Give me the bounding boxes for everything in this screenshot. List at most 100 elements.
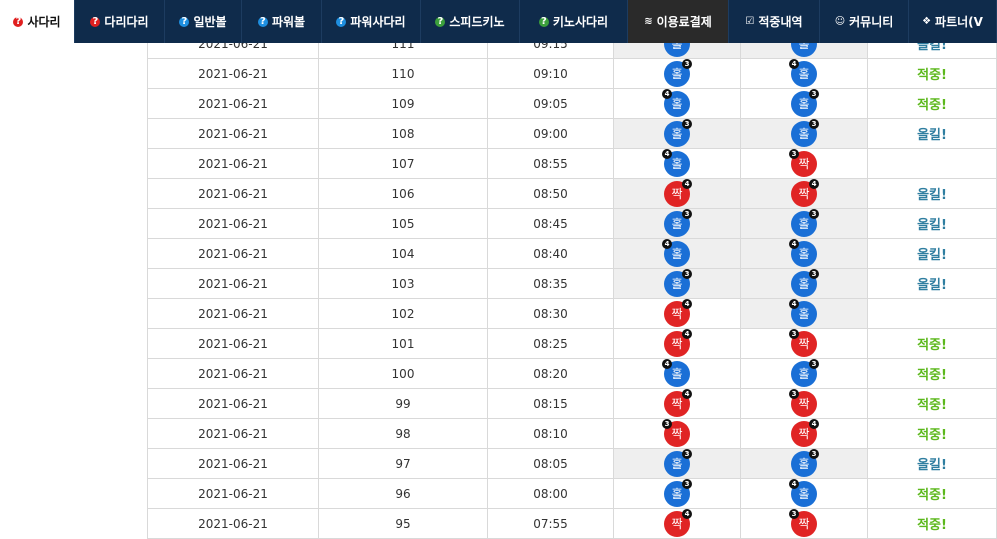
pick-two-ball: 홀4 bbox=[789, 238, 817, 267]
pick-two-cell: 홀4 bbox=[740, 478, 867, 508]
time-cell: 08:50 bbox=[487, 179, 613, 208]
line-count-badge: 3 bbox=[662, 418, 672, 429]
tab-label: 사다리 bbox=[27, 15, 61, 29]
line-count-badge: 3 bbox=[809, 268, 819, 279]
tab-3[interactable]: ? 파워볼 bbox=[242, 0, 322, 43]
pick-two-ball: 홀4 bbox=[789, 478, 817, 507]
time-cell: 08:30 bbox=[487, 299, 613, 328]
pick-one-cell: 홀3 bbox=[613, 478, 740, 508]
tab-4[interactable]: ? 파워사다리 bbox=[322, 0, 421, 43]
line-count-badge: 3 bbox=[789, 328, 799, 339]
line-count-badge: 3 bbox=[789, 508, 799, 519]
time-cell: 08:40 bbox=[487, 239, 613, 268]
tab-1[interactable]: ? 다리다리 bbox=[75, 0, 165, 43]
table-row: 2021-06-21 102 08:30 짝 4 홀 4 bbox=[147, 298, 997, 329]
pick-two-cell: 홀4 bbox=[740, 58, 867, 88]
pick-two-cell: 홀3 bbox=[740, 268, 867, 298]
pick-one-ball: 짝4 bbox=[664, 298, 692, 327]
tab-10[interactable]: ❖ 파트너(V bbox=[909, 0, 997, 43]
ball-label: 홀 bbox=[671, 67, 683, 81]
tab-label: 파트너(V bbox=[935, 15, 983, 29]
pick-one-ball: 홀4 bbox=[662, 88, 690, 117]
question-icon: ? bbox=[538, 16, 549, 27]
pick-one-cell: 홀4 bbox=[613, 88, 740, 118]
ball-label: 짝 bbox=[671, 307, 683, 321]
date-cell: 2021-06-21 bbox=[147, 449, 318, 478]
tab-0[interactable]: ? 사다리 bbox=[0, 0, 75, 43]
pick-one-ball: 홀3 bbox=[664, 208, 692, 237]
table-row: 2021-06-21 110 09:10 홀 3 홀 4 적중! bbox=[147, 58, 997, 89]
line-count-badge: 4 bbox=[789, 58, 799, 69]
pick-one-ball: 홀4 bbox=[662, 148, 690, 177]
question-icon: ? bbox=[179, 16, 190, 27]
pick-one-ball: 짝3 bbox=[662, 418, 690, 447]
table-row: 2021-06-21 98 08:10 짝 3 짝 4 적중! bbox=[147, 418, 997, 449]
tab-label: 적중내역 bbox=[758, 15, 803, 29]
pick-one-cell: 짝4 bbox=[613, 388, 740, 418]
time-cell: 08:05 bbox=[487, 449, 613, 478]
pick-one-ball: 홀3 bbox=[664, 118, 692, 147]
tab-2[interactable]: ? 일반볼 bbox=[165, 0, 242, 43]
date-cell: 2021-06-21 bbox=[147, 389, 318, 418]
pick-two-ball: 홀3 bbox=[791, 268, 819, 297]
table-row: 2021-06-21 105 08:45 홀 3 홀 3 올킬! bbox=[147, 208, 997, 239]
time-cell: 08:15 bbox=[487, 389, 613, 418]
round-cell: 100 bbox=[318, 359, 487, 388]
pick-two-ball: 짝4 bbox=[791, 418, 819, 447]
line-count-badge: 4 bbox=[809, 418, 819, 429]
pick-two-ball: 짝3 bbox=[789, 388, 817, 417]
pick-two-cell: 홀3 bbox=[740, 88, 867, 118]
table-row: 2021-06-21 108 09:00 홀 3 홀 3 올킬! bbox=[147, 118, 997, 149]
ball-label: 홀 bbox=[671, 487, 683, 501]
ball-label: 홀 bbox=[798, 97, 810, 111]
ball-label: 홀 bbox=[671, 277, 683, 291]
tab-6[interactable]: ? 키노사다리 bbox=[520, 0, 628, 43]
pick-two-ball: 홀3 bbox=[791, 208, 819, 237]
tab-7[interactable]: ≋ 이용료결제 bbox=[628, 0, 729, 43]
tab-9[interactable]: ☺ 커뮤니티 bbox=[820, 0, 909, 43]
pick-two-ball: 홀4 bbox=[789, 58, 817, 87]
pick-two-cell: 짝3 bbox=[740, 388, 867, 418]
ball-label: 짝 bbox=[798, 427, 810, 441]
pick-two-ball: 홀3 bbox=[791, 118, 819, 147]
line-count-badge: 4 bbox=[789, 298, 799, 309]
date-cell: 2021-06-21 bbox=[147, 299, 318, 328]
time-cell: 09:10 bbox=[487, 59, 613, 88]
table-row: 2021-06-21 100 08:20 홀 4 홀 3 적중! bbox=[147, 358, 997, 389]
line-count-badge: 3 bbox=[682, 448, 692, 459]
pick-two-ball: 홀3 bbox=[791, 448, 819, 477]
result-cell: 적중! bbox=[867, 509, 997, 538]
ball-label: 홀 bbox=[798, 127, 810, 141]
pick-two-ball: 홀4 bbox=[789, 298, 817, 327]
line-count-badge: 3 bbox=[809, 448, 819, 459]
result-cell bbox=[867, 299, 997, 328]
date-cell: 2021-06-21 bbox=[147, 239, 318, 268]
pick-one-ball: 짝4 bbox=[664, 178, 692, 207]
round-cell: 95 bbox=[318, 509, 487, 538]
line-count-badge: 3 bbox=[809, 358, 819, 369]
pick-two-ball: 짝3 bbox=[789, 328, 817, 357]
tab-5[interactable]: ? 스피드키노 bbox=[421, 0, 520, 43]
pick-two-ball: 짝3 bbox=[789, 508, 817, 537]
line-count-badge: 4 bbox=[682, 328, 692, 339]
pick-one-cell: 짝4 bbox=[613, 298, 740, 328]
line-count-badge: 4 bbox=[662, 358, 672, 369]
tab-label: 일반볼 bbox=[193, 15, 227, 29]
ball-label: 짝 bbox=[671, 517, 683, 531]
line-count-badge: 4 bbox=[789, 238, 799, 249]
ball-label: 짝 bbox=[671, 187, 683, 201]
date-cell: 2021-06-21 bbox=[147, 269, 318, 298]
ball-label: 홀 bbox=[671, 457, 683, 471]
date-cell: 2021-06-21 bbox=[147, 479, 318, 508]
table-row: 2021-06-21 99 08:15 짝 4 짝 3 적중! bbox=[147, 388, 997, 419]
line-count-badge: 4 bbox=[662, 88, 672, 99]
line-count-badge: 3 bbox=[682, 58, 692, 69]
table-row: 2021-06-21 104 08:40 홀 4 홀 4 올킬! bbox=[147, 238, 997, 269]
date-cell: 2021-06-21 bbox=[147, 329, 318, 358]
pick-two-cell: 홀3 bbox=[740, 448, 867, 478]
round-cell: 104 bbox=[318, 239, 487, 268]
tab-label: 다리다리 bbox=[104, 15, 149, 29]
result-cell: 적중! bbox=[867, 479, 997, 508]
tab-8[interactable]: ☑ 적중내역 bbox=[729, 0, 820, 43]
tab-label: 스피드키노 bbox=[449, 15, 505, 29]
